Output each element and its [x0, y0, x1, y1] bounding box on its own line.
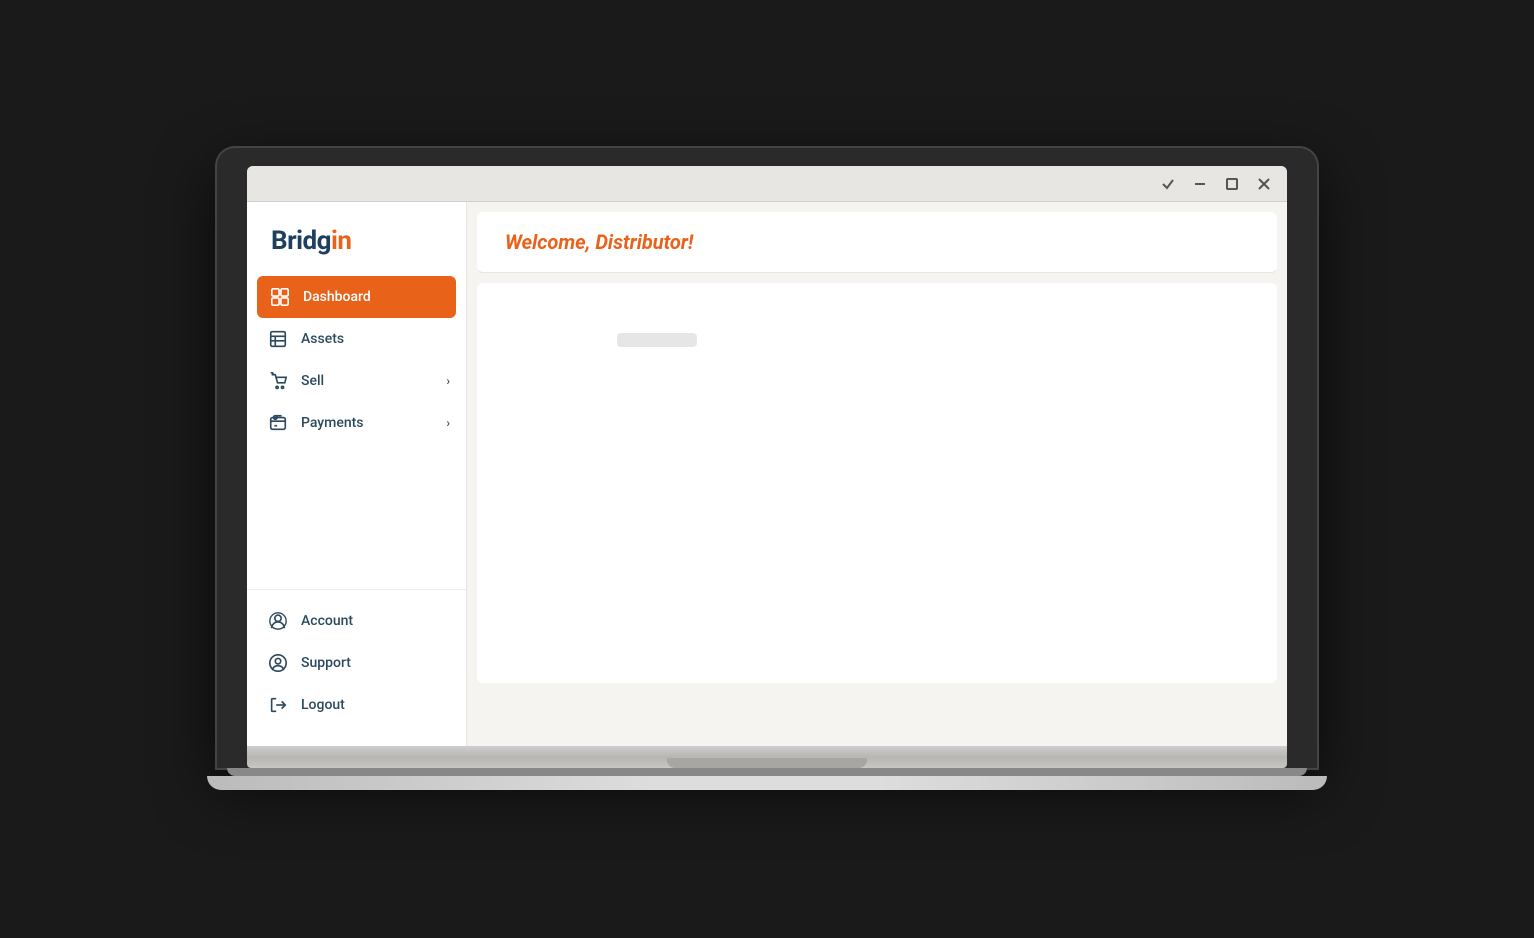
main-content: Welcome, Distributor! — [467, 202, 1287, 746]
check-button[interactable] — [1157, 175, 1179, 193]
dashboard-area — [477, 283, 1277, 683]
minimize-button[interactable] — [1189, 175, 1211, 193]
nav-main: Dashboard — [247, 276, 466, 579]
sell-label: Sell — [301, 373, 324, 389]
nav-bottom: Account Support — [247, 589, 466, 726]
dashboard-label: Dashboard — [303, 289, 371, 305]
sidebar-item-payments[interactable]: Payments › — [247, 402, 466, 444]
sidebar-item-logout[interactable]: Logout — [247, 684, 466, 726]
close-button[interactable] — [1253, 175, 1275, 193]
logout-icon — [267, 694, 289, 716]
sell-chevron: › — [446, 374, 450, 388]
laptop-base — [247, 746, 1287, 768]
account-label: Account — [301, 613, 353, 629]
payments-chevron: › — [446, 416, 450, 430]
sell-icon — [267, 370, 289, 392]
app-logo: Bridgin — [271, 226, 446, 256]
screen-bezel: Bridgin — [217, 148, 1317, 768]
payments-label: Payments — [301, 415, 364, 431]
loading-indicator — [617, 333, 697, 347]
sidebar-item-dashboard[interactable]: Dashboard — [257, 276, 456, 318]
dashboard-icon — [269, 286, 291, 308]
laptop-stand — [207, 776, 1327, 790]
laptop-frame: Bridgin — [217, 148, 1317, 790]
welcome-message: Welcome, Distributor! — [505, 230, 693, 254]
assets-label: Assets — [301, 331, 344, 347]
titlebar — [247, 166, 1287, 202]
sidebar-item-assets[interactable]: Assets — [247, 318, 466, 360]
maximize-button[interactable] — [1221, 175, 1243, 193]
account-icon — [267, 610, 289, 632]
laptop-screen: Bridgin — [247, 166, 1287, 746]
laptop-hinge — [227, 768, 1307, 776]
logo-area: Bridgin — [247, 202, 466, 276]
app-body: Bridgin — [247, 202, 1287, 746]
sidebar-item-sell[interactable]: Sell › — [247, 360, 466, 402]
support-icon — [267, 652, 289, 674]
sidebar-item-account[interactable]: Account — [247, 600, 466, 642]
sidebar: Bridgin — [247, 202, 467, 746]
payments-icon — [267, 412, 289, 434]
logout-label: Logout — [301, 697, 345, 713]
sidebar-item-support[interactable]: Support — [247, 642, 466, 684]
support-label: Support — [301, 655, 351, 671]
assets-icon — [267, 328, 289, 350]
welcome-bar: Welcome, Distributor! — [477, 212, 1277, 273]
